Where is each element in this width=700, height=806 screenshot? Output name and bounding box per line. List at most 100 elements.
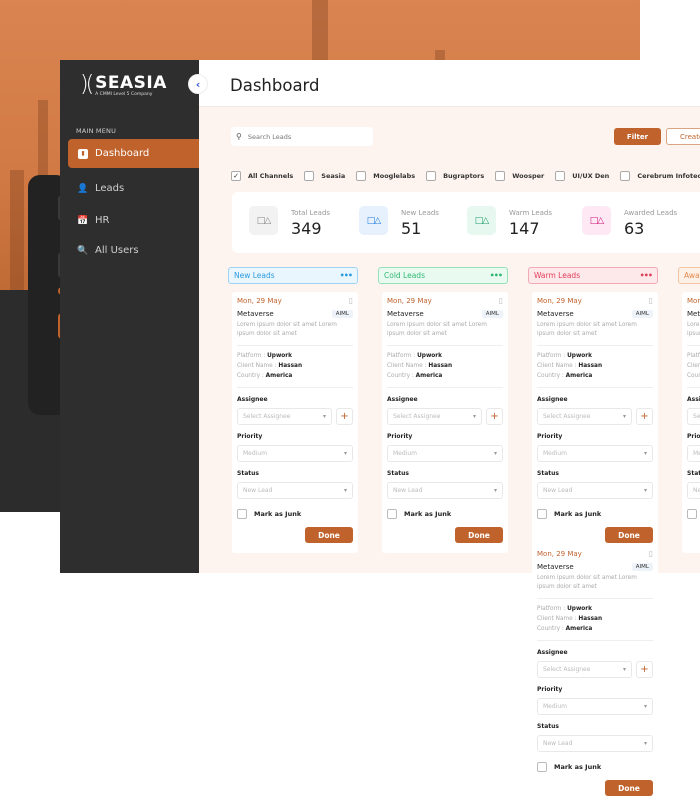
search-input[interactable] bbox=[247, 132, 358, 141]
lead-description: Lorem ipsum dolor sit amet Lorem ipsum d… bbox=[387, 321, 503, 346]
priority-select[interactable]: Medium▾ bbox=[537, 445, 653, 462]
checkbox[interactable] bbox=[237, 509, 247, 519]
stats-panel: □△ Total Leads 349 □△ New Leads 51 □△ Warm… bbox=[232, 192, 700, 253]
stat-value: 147 bbox=[509, 219, 540, 238]
checkbox[interactable] bbox=[537, 509, 547, 519]
column-header[interactable]: Warm Leads ••• bbox=[528, 267, 658, 284]
status-select[interactable]: New Lead▾ bbox=[387, 482, 503, 499]
trash-icon[interactable]: ▯ bbox=[649, 296, 653, 305]
status-value: New Lead bbox=[693, 487, 700, 494]
sidebar-item-label: All Users bbox=[95, 245, 139, 256]
mark-as-junk-checkbox[interactable]: Mark as Junk bbox=[537, 509, 653, 519]
chart-icon: ▮ bbox=[78, 148, 88, 159]
checkbox[interactable] bbox=[304, 171, 315, 181]
sidebar-item-all-users[interactable]: 🔍 All Users bbox=[68, 236, 199, 265]
assignee-label: Assignee bbox=[387, 396, 418, 403]
done-button[interactable]: Done bbox=[455, 527, 503, 543]
checkbox[interactable] bbox=[620, 171, 631, 181]
more-options-icon[interactable]: ••• bbox=[490, 271, 503, 280]
channel-checkbox-woosper[interactable]: Woosper bbox=[495, 171, 544, 181]
sidebar-item-label: HR bbox=[95, 215, 110, 226]
checkbox[interactable] bbox=[537, 762, 547, 772]
column-title: Awarded Leads bbox=[684, 271, 700, 280]
sidebar-item-hr[interactable]: 📅 HR bbox=[68, 206, 199, 235]
column-header[interactable]: Cold Leads ••• bbox=[378, 267, 508, 284]
assignee-placeholder: Select Assignee bbox=[543, 413, 591, 420]
more-options-icon[interactable]: ••• bbox=[640, 271, 653, 280]
trash-icon[interactable]: ▯ bbox=[499, 296, 503, 305]
checkbox[interactable] bbox=[426, 171, 437, 181]
checkbox-checked[interactable]: ✓ bbox=[231, 171, 241, 181]
country-label: Country : bbox=[237, 373, 266, 379]
chevron-down-icon: ▾ bbox=[622, 413, 626, 420]
kanban-column-awarded-leads: Awarded Leads ••• Mon, 29 May ▯ Metavers… bbox=[678, 267, 700, 553]
mark-as-junk-checkbox[interactable]: Mark as Junk bbox=[237, 509, 353, 519]
sidebar-item-dashboard[interactable]: ▮ Dashboard bbox=[68, 139, 199, 168]
checkbox[interactable] bbox=[495, 171, 506, 181]
checkbox[interactable] bbox=[555, 171, 566, 181]
country-value: America bbox=[265, 373, 293, 379]
status-select[interactable]: New Lead▾ bbox=[537, 735, 653, 752]
done-button[interactable]: Done bbox=[605, 527, 653, 543]
shapes-icon: □△ bbox=[249, 206, 278, 235]
more-options-icon[interactable]: ••• bbox=[340, 271, 353, 280]
status-select[interactable]: New Lead▾ bbox=[687, 482, 700, 499]
filter-button[interactable]: Filter bbox=[614, 128, 661, 145]
status-select[interactable]: New Lead▾ bbox=[237, 482, 353, 499]
stat-label: Total Leads bbox=[291, 209, 331, 217]
channel-checkbox-bugraptors[interactable]: Bugraptors bbox=[426, 171, 484, 181]
status-label: Status bbox=[237, 470, 259, 477]
collapse-sidebar-button[interactable]: ‹ bbox=[188, 74, 208, 94]
chevron-down-icon: ▾ bbox=[643, 450, 647, 457]
sidebar-item-label: Dashboard bbox=[95, 148, 150, 159]
status-label: Status bbox=[687, 470, 700, 477]
priority-select[interactable]: Medium▾ bbox=[387, 445, 503, 462]
channel-checkbox-mooglelabs[interactable]: Mooglelabs bbox=[356, 171, 415, 181]
status-select[interactable]: New Lead▾ bbox=[537, 482, 653, 499]
brand-logo[interactable]: )( SEASIA A CMMI Level 5 Company bbox=[80, 72, 167, 97]
lead-date: Mon, 29 May bbox=[537, 550, 582, 558]
chevron-down-icon: ▾ bbox=[472, 413, 476, 420]
channel-checkbox-all[interactable]: ✓ All Channels bbox=[231, 171, 293, 181]
channel-checkbox-seasia[interactable]: Seasia bbox=[304, 171, 345, 181]
create-button[interactable]: Create bbox=[666, 128, 700, 145]
channel-checkbox-cerebrum[interactable]: Cerebrum Infotech bbox=[620, 171, 700, 181]
checkbox[interactable] bbox=[687, 509, 697, 519]
platform-value: Upwork bbox=[567, 606, 593, 612]
assignee-select[interactable]: Select Assignee▾ bbox=[687, 408, 700, 425]
search-box[interactable]: ⚲ bbox=[231, 127, 373, 146]
column-title: Warm Leads bbox=[534, 271, 581, 280]
mark-as-junk-checkbox[interactable]: Mark as Junk bbox=[687, 509, 700, 519]
column-header[interactable]: New Leads ••• bbox=[228, 267, 358, 284]
assignee-placeholder: Select Assignee bbox=[393, 413, 441, 420]
done-button[interactable]: Done bbox=[605, 780, 653, 796]
lead-meta: Platform : Upwork Client Name : Hassan C… bbox=[687, 351, 700, 388]
priority-select[interactable]: Medium▾ bbox=[687, 445, 700, 462]
priority-label: Priority bbox=[687, 433, 700, 440]
priority-select[interactable]: Medium▾ bbox=[537, 698, 653, 715]
channel-checkbox-uiux-den[interactable]: UI/UX Den bbox=[555, 171, 609, 181]
add-assignee-button[interactable]: + bbox=[636, 408, 653, 425]
platform-label: Platform : bbox=[237, 353, 268, 359]
mark-as-junk-checkbox[interactable]: Mark as Junk bbox=[387, 509, 503, 519]
trash-icon[interactable]: ▯ bbox=[349, 296, 353, 305]
assignee-select[interactable]: Select Assignee▾ bbox=[237, 408, 332, 425]
assignee-select[interactable]: Select Assignee ▾ bbox=[387, 408, 482, 425]
priority-label: Priority bbox=[387, 433, 413, 440]
column-header[interactable]: Awarded Leads ••• bbox=[678, 267, 700, 284]
country-value: America bbox=[415, 373, 443, 379]
mark-as-junk-checkbox[interactable]: Mark as Junk bbox=[537, 762, 653, 772]
client-label: Client Name : bbox=[537, 616, 579, 622]
checkbox[interactable] bbox=[387, 509, 397, 519]
sidebar-item-leads[interactable]: 👤 Leads bbox=[68, 174, 199, 203]
add-assignee-button[interactable]: + bbox=[636, 661, 653, 678]
assignee-select[interactable]: Select Assignee ▾ bbox=[537, 408, 632, 425]
trash-icon[interactable]: ▯ bbox=[649, 549, 653, 558]
channel-label: Bugraptors bbox=[443, 172, 485, 180]
assignee-select[interactable]: Select Assignee▾ bbox=[537, 661, 632, 678]
priority-select[interactable]: Medium▾ bbox=[237, 445, 353, 462]
add-assignee-button[interactable]: + bbox=[486, 408, 503, 425]
checkbox[interactable] bbox=[356, 171, 367, 181]
add-assignee-button[interactable]: + bbox=[336, 408, 353, 425]
done-button[interactable]: Done bbox=[305, 527, 353, 543]
